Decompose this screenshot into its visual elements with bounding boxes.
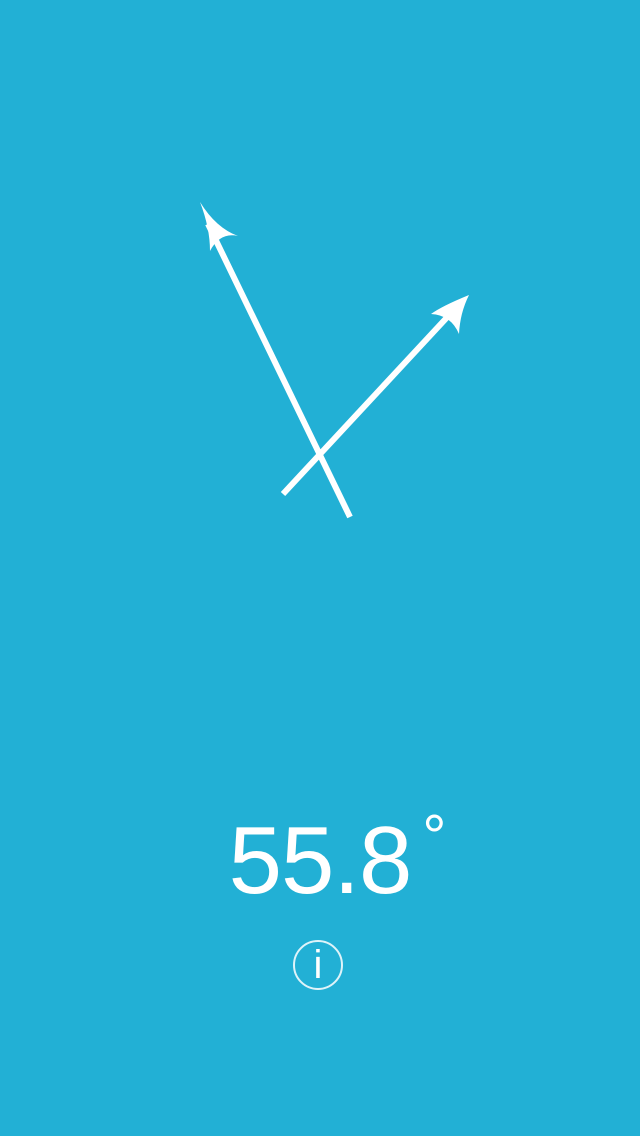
arrow-left[interactable] [200,202,353,519]
degree-symbol: ° [422,803,446,870]
angle-arrows[interactable] [0,0,640,640]
angle-readout: 55.8 ° [0,806,640,916]
arrow-right[interactable] [280,295,469,497]
info-button[interactable]: i [293,940,343,990]
info-icon: i [313,943,323,987]
angle-number: 55.8 [228,807,413,914]
angle-value: 55.8 ° [228,807,447,915]
